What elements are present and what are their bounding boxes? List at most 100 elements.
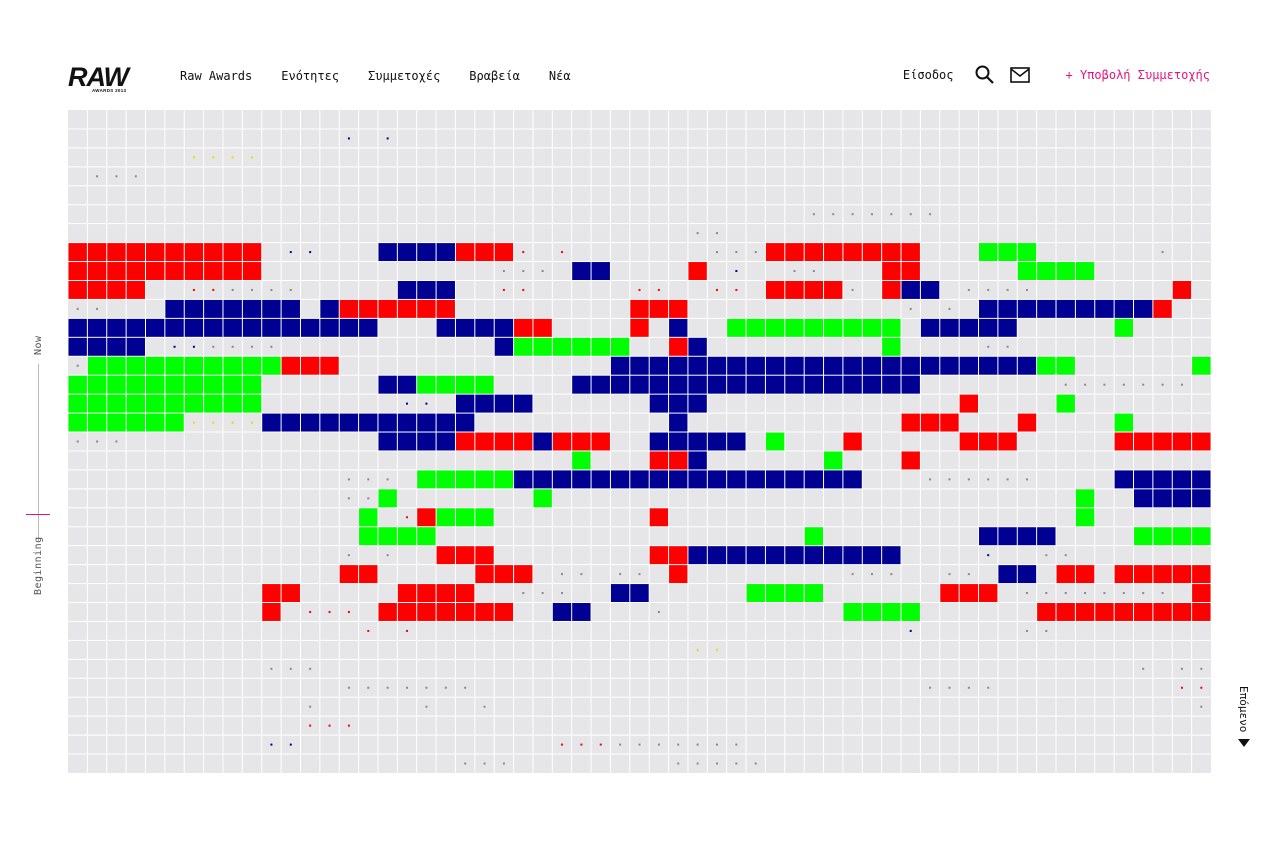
- entry-tile[interactable]: [145, 413, 165, 432]
- entry-tile[interactable]: [436, 375, 455, 394]
- entry-tile[interactable]: [669, 337, 688, 356]
- entry-tile[interactable]: [843, 603, 862, 621]
- entry-tile[interactable]: [126, 337, 145, 356]
- entry-tile[interactable]: [765, 243, 785, 262]
- entry-tile[interactable]: [417, 413, 436, 432]
- entry-tile[interactable]: [959, 584, 979, 603]
- entry-tile[interactable]: [262, 584, 281, 603]
- entry-tile[interactable]: [397, 432, 417, 451]
- entry-tile[interactable]: [572, 375, 591, 394]
- entry-tile[interactable]: [87, 280, 107, 299]
- entry-tile[interactable]: [572, 603, 591, 621]
- entry-tile[interactable]: [707, 546, 727, 565]
- entry-tile[interactable]: [804, 375, 824, 394]
- entry-tile[interactable]: [145, 394, 165, 413]
- entry-tile[interactable]: [184, 299, 204, 318]
- entry-tile[interactable]: [455, 603, 475, 621]
- entry-tile[interactable]: [843, 546, 862, 565]
- entry-tile[interactable]: [204, 375, 223, 394]
- entry-tile[interactable]: [688, 451, 707, 470]
- entry-tile[interactable]: [746, 356, 765, 375]
- entry-tile[interactable]: [804, 243, 824, 262]
- entry-tile[interactable]: [804, 527, 824, 546]
- entry-tile[interactable]: [1056, 565, 1075, 584]
- entry-tile[interactable]: [1134, 299, 1153, 318]
- entry-tile[interactable]: [397, 603, 417, 621]
- entry-tile[interactable]: [824, 451, 843, 470]
- entry-tile[interactable]: [959, 432, 979, 451]
- entry-tile[interactable]: [630, 584, 649, 603]
- entry-tile[interactable]: [68, 375, 87, 394]
- entry-tile[interactable]: [843, 375, 862, 394]
- entry-tile[interactable]: [998, 565, 1017, 584]
- entry-tile[interactable]: [107, 337, 126, 356]
- entry-tile[interactable]: [669, 565, 688, 584]
- entry-tile[interactable]: [746, 318, 765, 337]
- entry-tile[interactable]: [1037, 299, 1056, 318]
- entry-tile[interactable]: [746, 470, 765, 489]
- entry-tile[interactable]: [1134, 432, 1153, 451]
- entry-tile[interactable]: [455, 546, 475, 565]
- submit-entry-link[interactable]: + Υποβολή Συμμετοχής: [1066, 68, 1211, 82]
- entry-tile[interactable]: [610, 584, 630, 603]
- entry-tile[interactable]: [281, 584, 300, 603]
- entry-tile[interactable]: [281, 356, 300, 375]
- entry-tile[interactable]: [320, 318, 339, 337]
- entry-tile[interactable]: [940, 318, 959, 337]
- entry-tile[interactable]: [494, 318, 514, 337]
- entry-tile[interactable]: [1114, 565, 1134, 584]
- entry-tile[interactable]: [475, 508, 494, 527]
- entry-tile[interactable]: [436, 470, 455, 489]
- entry-tile[interactable]: [785, 280, 804, 299]
- entry-tile[interactable]: [572, 262, 591, 280]
- entry-tile[interactable]: [475, 318, 494, 337]
- entry-tile[interactable]: [882, 603, 901, 621]
- entry-tile[interactable]: [785, 375, 804, 394]
- entry-tile[interactable]: [649, 299, 669, 318]
- entry-tile[interactable]: [765, 356, 785, 375]
- entry-tile[interactable]: [475, 603, 494, 621]
- entry-tile[interactable]: [455, 318, 475, 337]
- entry-tile[interactable]: [591, 337, 610, 356]
- entry-tile[interactable]: [1075, 299, 1095, 318]
- entry-tile[interactable]: [785, 470, 804, 489]
- entry-tile[interactable]: [1075, 262, 1095, 280]
- nav-item-raw-awards[interactable]: Raw Awards: [180, 69, 252, 83]
- entry-tile[interactable]: [1075, 565, 1095, 584]
- entry-tile[interactable]: [204, 356, 223, 375]
- entry-tile[interactable]: [204, 262, 223, 280]
- entry-tile[interactable]: [1192, 527, 1211, 546]
- entry-tile[interactable]: [824, 318, 843, 337]
- entry-tile[interactable]: [1114, 318, 1134, 337]
- entry-tile[interactable]: [1172, 470, 1192, 489]
- entry-tile[interactable]: [68, 243, 87, 262]
- entry-tile[interactable]: [785, 584, 804, 603]
- timeline-marker[interactable]: [26, 514, 50, 515]
- entry-tile[interactable]: [1153, 603, 1172, 621]
- entry-tile[interactable]: [87, 413, 107, 432]
- entry-tile[interactable]: [1153, 432, 1172, 451]
- entry-tile[interactable]: [688, 432, 707, 451]
- entry-tile[interactable]: [920, 280, 940, 299]
- entry-tile[interactable]: [165, 318, 184, 337]
- entry-tile[interactable]: [417, 508, 436, 527]
- entry-tile[interactable]: [455, 432, 475, 451]
- entry-tile[interactable]: [572, 337, 591, 356]
- entry-tile[interactable]: [107, 413, 126, 432]
- entry-tile[interactable]: [533, 318, 552, 337]
- entry-tile[interactable]: [572, 432, 591, 451]
- entry-tile[interactable]: [514, 337, 533, 356]
- entry-tile[interactable]: [940, 356, 959, 375]
- entry-tile[interactable]: [998, 243, 1017, 262]
- entry-tile[interactable]: [320, 299, 339, 318]
- entry-tile[interactable]: [901, 280, 920, 299]
- entry-tile[interactable]: [417, 527, 436, 546]
- entry-tile[interactable]: [417, 375, 436, 394]
- entry-tile[interactable]: [1056, 394, 1075, 413]
- entry-tile[interactable]: [979, 584, 998, 603]
- entry-tile[interactable]: [552, 337, 572, 356]
- entry-tile[interactable]: [87, 262, 107, 280]
- entry-tile[interactable]: [998, 356, 1017, 375]
- entry-tile[interactable]: [901, 413, 920, 432]
- entry-tile[interactable]: [669, 299, 688, 318]
